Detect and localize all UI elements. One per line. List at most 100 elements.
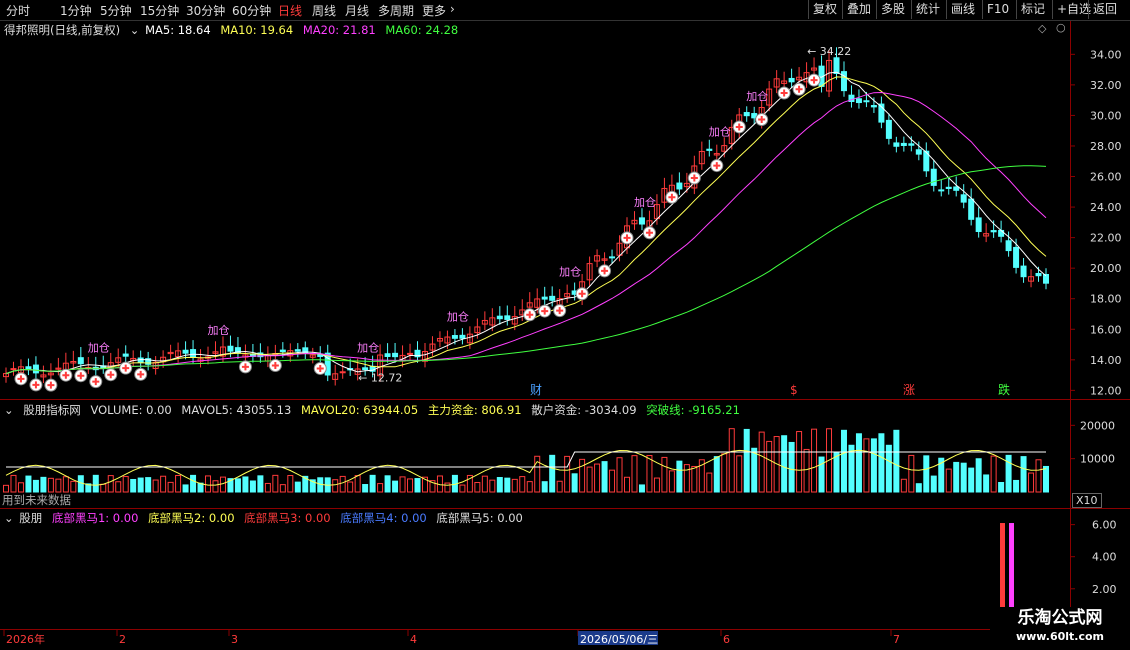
time-label: 2 [119,633,126,646]
price-tick-label: 18.00 [1090,293,1122,306]
tab-more[interactable]: 更多 [422,2,446,19]
diamond-icon[interactable]: ◇ [1038,22,1046,35]
add-position-label: 加仓 [746,89,768,103]
indicator-name[interactable]: 股朋指标网 [23,403,81,417]
volume-bar [893,429,900,493]
volume-bar [115,481,122,493]
back-button[interactable]: 返回 [1088,0,1121,19]
price-tick-label: 26.00 [1090,171,1122,184]
price-tick-label: 22.00 [1090,232,1122,245]
ma20-readout: MA20: 21.81 [302,23,376,37]
candle-body [451,335,458,339]
volume-bar [362,484,369,493]
volume-bar [953,461,960,493]
volume-readout: VOLUME: 0.00 [90,403,172,417]
draw-line-button[interactable]: 画线 [946,0,979,19]
tab-multi-period[interactable]: 多周期 [378,2,414,19]
collapse-icon[interactable]: ⌄ [4,403,14,417]
candle-body [1035,272,1042,277]
candle-body [294,349,301,352]
volume-bar [983,474,990,493]
f10-button[interactable]: F10 [982,0,1013,19]
volume-bar [122,476,129,493]
price-tick-label: 16.00 [1090,323,1122,336]
mark-button[interactable]: 标记 [1016,0,1049,19]
candle-body [938,189,945,192]
volume-bar [294,481,301,493]
stock-name[interactable]: 得邦照明(日线,前复权) [4,23,120,37]
overlay-button[interactable]: 叠加 [842,0,875,19]
candle-body [339,371,346,374]
chevron-right-icon[interactable]: › [450,2,455,16]
candle-body [960,194,967,203]
tab-30min[interactable]: 30分钟 [186,2,225,19]
bottom-tick-label: 6.00 [1092,519,1117,532]
volume-bar [855,433,862,493]
volume-bar [332,479,339,493]
volume-bar [758,431,765,493]
candle-body [953,186,960,191]
volume-bar [62,476,69,493]
volume-bar [377,483,384,493]
tab-weekly[interactable]: 周线 [312,2,336,19]
volume-bar [870,438,877,493]
bottom-indicator-name[interactable]: 股朋 [19,511,42,525]
restore-rights-button[interactable]: 复权 [808,0,841,19]
volume-bar [407,478,414,493]
volume-bar [833,452,840,493]
volume-bar [32,479,39,493]
multi-stock-button[interactable]: 多股 [876,0,909,19]
horse1-readout: 底部黑马1: 0.00 [51,511,139,525]
retail-fund-readout: 散户资金: -3034.09 [531,403,637,417]
tab-60min[interactable]: 60分钟 [232,2,271,19]
volume-bar [3,484,9,493]
volume-bar [945,468,952,493]
volume-bar [264,482,271,493]
volume-bar [571,473,578,493]
tab-monthly[interactable]: 月线 [345,2,369,19]
volume-bar [70,480,77,493]
volume-bar [1028,472,1035,493]
candle-body [227,345,234,352]
circle-icon[interactable]: ○ [1056,21,1066,34]
signal-label: 财 [530,383,542,397]
volume-bar [646,455,653,493]
volume-bar [182,484,189,493]
volume-bar [47,477,54,493]
tab-5min[interactable]: 5分钟 [100,2,132,19]
candle-body [609,256,616,259]
statistics-button[interactable]: 统计 [911,0,944,19]
volume-bar [481,475,488,493]
volume-bar [152,479,159,493]
volume-bar [863,438,870,493]
candle-body [279,349,286,353]
volume-bar [287,475,294,493]
volume-bar [556,480,563,493]
volume-bar [40,476,47,493]
volume-bar [594,463,601,493]
volume-tick-label: 20000 [1080,419,1115,432]
volume-bar [347,481,354,493]
candle-body [885,119,892,139]
candle-body [915,149,922,155]
collapse-icon[interactable]: ⌄ [4,511,14,525]
time-label: 2026年 [6,632,45,646]
volume-bar [504,477,511,493]
volume-bar [788,441,795,493]
tab-timeshare[interactable]: 分时 [6,2,30,19]
ma5-line [5,71,1047,375]
time-label: 6 [723,633,730,646]
horse2-readout: 底部黑马2: 0.00 [148,511,235,525]
candle-body [496,315,503,320]
candle-body [900,142,907,146]
volume-bar [392,480,399,493]
tab-daily[interactable]: 日线 [278,2,302,19]
volume-bar [736,455,743,493]
volume-bar [459,484,466,493]
volume-bar [728,428,735,493]
chevron-down-icon[interactable]: ⌄ [130,23,140,37]
stock-chart-canvas[interactable]: 34.0032.0030.0028.0026.0024.0022.0020.00… [0,0,1130,650]
volume-bar [175,474,182,493]
tab-15min[interactable]: 15分钟 [140,2,179,19]
tab-1min[interactable]: 1分钟 [60,2,92,19]
